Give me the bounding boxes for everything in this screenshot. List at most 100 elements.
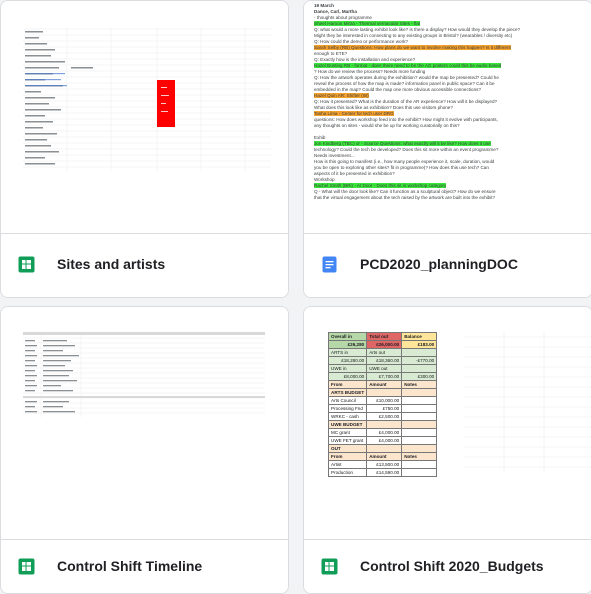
budget-cell: £26,280 bbox=[327, 340, 368, 349]
doc-line: Jon Kindberg (TBC) or - Source Questions… bbox=[314, 141, 491, 146]
doc-line-highlight: Tasha Lima - Center for tech user DRG bbox=[314, 111, 394, 116]
budget-cell: Arts out bbox=[366, 348, 403, 357]
file-title: Control Shift 2020_Budgets bbox=[360, 558, 544, 574]
doc-line: Hazel Bunting RB - format - does there n… bbox=[314, 63, 502, 68]
file-card-sites-and-artists[interactable]: Sites and artists bbox=[0, 0, 289, 298]
budget-cell bbox=[401, 348, 438, 357]
doc-line: Might they be interested in connecting t… bbox=[314, 33, 513, 38]
budget-cell: £7,700.00 bbox=[366, 372, 403, 381]
doc-line: you be open to exploring other sites? fi… bbox=[314, 165, 489, 170]
budget-cell: £8,000.00 bbox=[327, 372, 368, 381]
budget-cell: £10,000.00 bbox=[366, 396, 403, 405]
budget-cell: UWE FET grant bbox=[327, 436, 368, 445]
doc-line: Needs investment... bbox=[314, 153, 355, 158]
doc-line: Hazel Quin AR: Shifter (W) bbox=[314, 93, 369, 98]
budget-cell bbox=[401, 436, 438, 445]
doc-line: Q - What will the door look like? Can it… bbox=[314, 189, 496, 194]
doc-line: - thoughts about programme bbox=[314, 15, 372, 20]
file-card-footer: Control Shift Timeline bbox=[1, 539, 288, 593]
doc-line-highlight: Jon Kindberg (TBC) or - Source Questions… bbox=[314, 141, 491, 146]
doc-line-highlight: Hazel Bunting RB - format - does there n… bbox=[314, 63, 502, 68]
budget-cell: Total out bbox=[366, 332, 403, 341]
budget-cell: £300.00 bbox=[401, 372, 438, 381]
budget-cell: £183.00 bbox=[401, 340, 438, 349]
doc-line: any thoughts on sites - would she be up … bbox=[314, 123, 460, 128]
doc-line: Q: How could the demo or performance wor… bbox=[314, 39, 408, 44]
doc-line: 19 March bbox=[314, 3, 334, 8]
budget-cell: Balance bbox=[401, 332, 438, 341]
spreadsheet-thumbnail bbox=[1, 307, 288, 541]
budget-cell: WRKC - cash bbox=[327, 412, 368, 421]
doc-line-highlight: Sarah Selby (RB) Questions: How plans do… bbox=[314, 45, 511, 50]
doc-line: Q: what would a more lasting exhibit loo… bbox=[314, 27, 521, 32]
budget-cell: £2,500.00 bbox=[366, 412, 403, 421]
doc-line: embedded in the map? Could the map one m… bbox=[314, 87, 482, 92]
doc-line: aspects of it be presented in exhibition… bbox=[314, 171, 395, 176]
budget-cell: £18,360.00 bbox=[366, 356, 403, 365]
file-card-control-shift-2020-budgets[interactable]: Overall in Total out Balance £26,280 £26… bbox=[303, 306, 591, 594]
budget-cell: Amount bbox=[366, 380, 403, 389]
doc-line-highlight: Rachel Smith (BRi) - At Door - Does this… bbox=[314, 183, 447, 188]
budget-cell: From bbox=[327, 380, 368, 389]
budget-cell: Overall in bbox=[327, 332, 368, 341]
doc-line: questions: How does workshop feed into t… bbox=[314, 117, 498, 122]
doc-line: Dance, Carl, Martha bbox=[314, 9, 357, 14]
file-card-footer: Control Shift 2020_Budgets bbox=[304, 539, 591, 593]
budget-cell bbox=[401, 412, 438, 421]
budget-cell: Arts Council bbox=[327, 396, 368, 405]
sheets-icon bbox=[18, 558, 35, 575]
budget-cell: £13,500.00 bbox=[366, 460, 403, 469]
spreadsheet-grid bbox=[23, 27, 271, 171]
document-text-preview: 19 March Dance, Carl, Martha - thoughts … bbox=[304, 1, 591, 235]
budget-cell: Processing Fnd bbox=[327, 404, 368, 413]
doc-line: Q: How it presented? What is the duratio… bbox=[314, 99, 498, 104]
budget-cell: £750.00 bbox=[366, 404, 403, 413]
doc-line: that the virtual engagement about the te… bbox=[314, 195, 496, 200]
docs-icon bbox=[322, 256, 337, 273]
budget-cell bbox=[401, 444, 438, 453]
budget-cell: Production bbox=[327, 468, 368, 477]
budget-cell bbox=[401, 468, 438, 477]
budget-cell bbox=[366, 444, 403, 453]
budget-cell: MC grant bbox=[327, 428, 368, 437]
budget-cell bbox=[366, 388, 403, 397]
doc-line: Q: Exactly how is the installation and e… bbox=[314, 57, 416, 62]
budget-table-preview: Overall in Total out Balance £26,280 £26… bbox=[327, 332, 438, 477]
budget-cell: From bbox=[327, 452, 368, 461]
doc-line: What does this look like as exhibition? … bbox=[314, 105, 453, 110]
file-card-footer: Sites and artists bbox=[1, 233, 288, 297]
budget-cell bbox=[401, 460, 438, 469]
budget-cell bbox=[401, 388, 438, 397]
doc-line: enough to ETE? bbox=[314, 51, 348, 56]
doc-line: Sarah Selby (RB) Questions: How plans do… bbox=[314, 45, 511, 50]
file-card-pcd2020-planningdoc[interactable]: 19 March Dance, Carl, Martha - thoughts … bbox=[303, 0, 591, 298]
doc-line: reveal the process of how the map is mad… bbox=[314, 81, 495, 86]
budget-cell: ARTS BUDGET bbox=[327, 388, 368, 397]
budget-cell: Amount bbox=[366, 452, 403, 461]
doc-line: Tasha Lima - Center for tech user DRG bbox=[314, 111, 394, 116]
budget-cell: ARTS in bbox=[327, 348, 368, 357]
spreadsheet-thumbnail bbox=[1, 1, 288, 235]
doc-line: Rachel Smith (BRi) - At Door - Does this… bbox=[314, 183, 447, 188]
doc-line: How is this going to manifest (i.e., how… bbox=[314, 159, 495, 164]
doc-line-highlight: Hazel Quin AR: Shifter (W) bbox=[314, 93, 369, 98]
budget-cell bbox=[401, 404, 438, 413]
budget-cell: UWE out bbox=[366, 364, 403, 373]
budget-cell bbox=[366, 420, 403, 429]
budget-cell: -£770.00 bbox=[401, 356, 438, 365]
sheets-icon bbox=[18, 256, 35, 273]
document-thumbnail: 19 March Dance, Carl, Martha - thoughts … bbox=[304, 1, 591, 235]
file-title: PCD2020_planningDOC bbox=[360, 256, 518, 272]
budget-cell: Notes bbox=[401, 452, 438, 461]
budget-cell bbox=[401, 364, 438, 373]
budget-cell: £4,000.00 bbox=[366, 436, 403, 445]
file-card-control-shift-timeline[interactable]: Control Shift Timeline bbox=[0, 306, 289, 594]
doc-line: Exhib bbox=[314, 135, 326, 140]
budget-cell bbox=[401, 428, 438, 437]
budget-cell: £4,000.00 bbox=[366, 428, 403, 437]
file-title: Control Shift Timeline bbox=[57, 558, 203, 574]
file-card-footer: PCD2020_planningDOC bbox=[304, 233, 591, 297]
doc-line: technology? Could the tech be developed?… bbox=[314, 147, 499, 152]
budget-cell: UWE in bbox=[327, 364, 368, 373]
budget-cell bbox=[401, 420, 438, 429]
